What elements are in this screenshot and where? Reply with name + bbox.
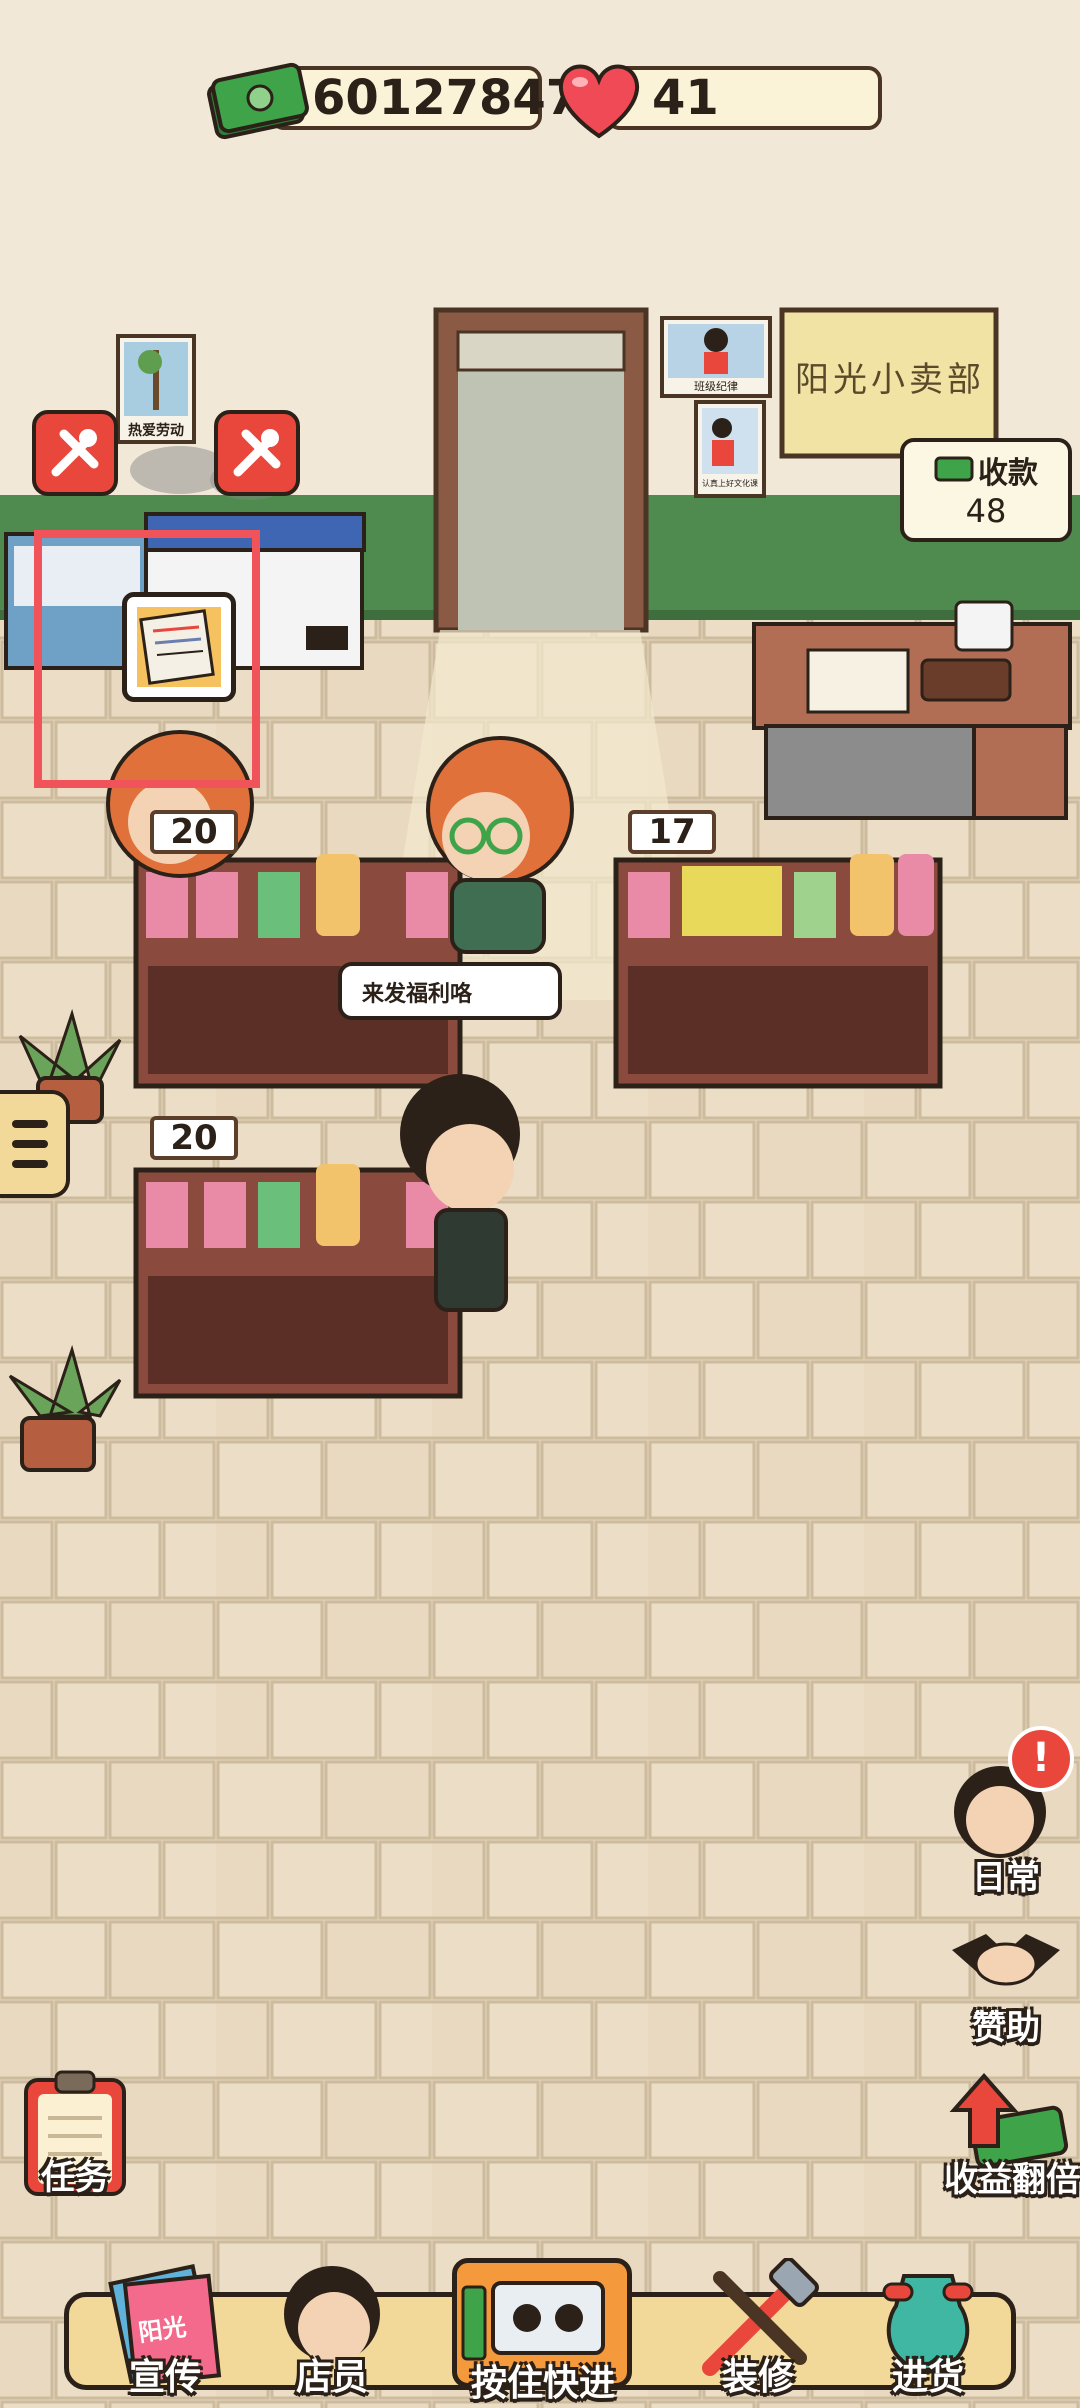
speech-text: 来发福利咯 — [362, 982, 473, 1007]
hearts-counter — [606, 66, 882, 130]
nav-promote-label: 宣传 — [128, 2357, 201, 2398]
promote-book-text: 阳光 — [136, 2312, 189, 2348]
tools-icon — [51, 429, 99, 477]
poster-class-caption: 班级纪律 — [694, 380, 738, 393]
checkout-amount: 48 — [965, 492, 1007, 530]
shelf-2 — [613, 854, 943, 1089]
poster-labor-caption: 热爱劳动 — [128, 423, 184, 439]
daily-label: 日常 — [972, 1858, 1040, 1898]
tools-icon — [233, 429, 281, 477]
heart-icon — [559, 64, 639, 139]
repair-badge-2[interactable] — [214, 410, 300, 496]
newspaper-bubble[interactable] — [122, 592, 236, 702]
sponsor-label: 赞助 — [972, 2008, 1040, 2048]
nav-restock-label: 进货 — [891, 2357, 964, 2398]
repair-badge-1[interactable] — [32, 410, 118, 496]
shelf-stock-tag: 17 — [628, 810, 716, 854]
shelf-stock-tag: 20 — [150, 810, 238, 854]
menu-icon — [12, 1120, 48, 1168]
nav-staff-label: 店员 — [295, 2357, 368, 2398]
side-menu-button[interactable] — [0, 1090, 70, 1198]
poster-study-caption: 认真上好文化课 — [702, 479, 758, 488]
tasks-label: 任务 — [41, 2158, 109, 2198]
nav-fast-forward-label: 按住快进 — [470, 2363, 615, 2404]
shelf-3 — [133, 1164, 463, 1399]
newspaper-icon — [137, 607, 221, 687]
checkout-counter — [752, 600, 1072, 820]
shop-sign: 阳光小卖部 — [795, 360, 985, 400]
sponsor-button[interactable] — [946, 1920, 1066, 2010]
double-income-label: 收益翻倍 — [944, 2160, 1080, 2200]
hearts-value: 41 — [652, 70, 719, 126]
shelf-stock-tag: 20 — [150, 1116, 238, 1160]
cash-icon — [207, 62, 309, 140]
checkout-bubble[interactable]: 收款 48 — [900, 438, 1072, 542]
cash-icon — [934, 456, 974, 482]
checkout-title: 收款 — [978, 456, 1038, 491]
handshake-icon — [952, 1934, 1060, 1986]
alert-badge: ! — [1008, 1726, 1074, 1792]
nav-decorate-label: 装修 — [721, 2357, 794, 2398]
customer-speech-bubble: 来发福利咯 — [338, 962, 562, 1020]
